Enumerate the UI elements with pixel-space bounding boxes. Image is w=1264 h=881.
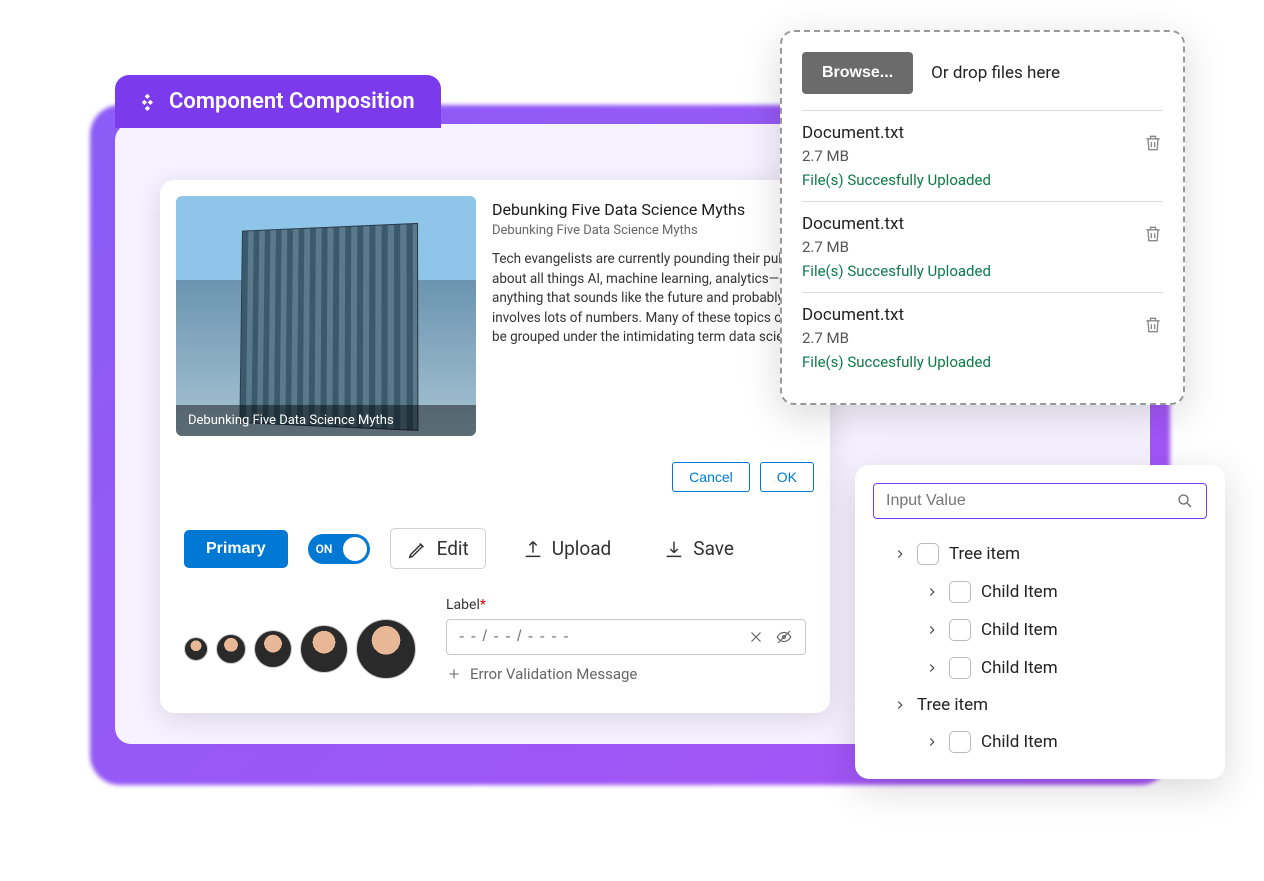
tree-child-item[interactable]: Child Item — [873, 573, 1207, 611]
avatar — [184, 637, 208, 661]
tree-label: Tree item — [917, 695, 988, 715]
file-size: 2.7 MB — [802, 147, 1163, 165]
clear-icon[interactable] — [747, 628, 765, 646]
primary-button[interactable]: Primary — [184, 530, 288, 568]
chevron-right-icon — [893, 698, 907, 712]
search-input[interactable] — [886, 492, 1176, 510]
file-name: Document.txt — [802, 305, 1163, 325]
checkbox[interactable] — [949, 657, 971, 679]
article-title: Debunking Five Data Science Myths — [492, 200, 814, 219]
tree-child-item[interactable]: Child Item — [873, 649, 1207, 687]
checkbox[interactable] — [917, 543, 939, 565]
eye-off-icon[interactable] — [775, 628, 793, 646]
file-status: File(s) Succesfully Uploaded — [802, 171, 1163, 189]
tree-child-item[interactable]: Child Item — [873, 611, 1207, 649]
article-image: Debunking Five Data Science Myths — [176, 196, 476, 436]
trash-icon — [1143, 315, 1163, 335]
drop-text: Or drop files here — [931, 63, 1060, 83]
tree-panel: Tree item Child Item Child Item Child Item T… — [855, 465, 1225, 779]
chevron-right-icon — [925, 585, 939, 599]
trash-icon — [1143, 224, 1163, 244]
file-size: 2.7 MB — [802, 329, 1163, 347]
article-body: Tech evangelists are currently pounding … — [492, 250, 814, 348]
chevron-right-icon — [925, 735, 939, 749]
image-caption: Debunking Five Data Science Myths — [176, 405, 476, 436]
toolbar: Primary ON Edit Upload Save — [160, 508, 830, 573]
article-subtitle: Debunking Five Data Science Myths — [492, 223, 814, 238]
article: Debunking Five Data Science Myths Debunk… — [160, 180, 830, 452]
avatar — [356, 619, 416, 679]
file-item: Document.txt 2.7 MB File(s) Succesfully … — [802, 201, 1163, 292]
tree-label: Tree item — [949, 544, 1020, 564]
checkbox[interactable] — [949, 731, 971, 753]
upload-panel: Browse... Or drop files here Document.tx… — [780, 30, 1185, 405]
search-icon — [1176, 492, 1194, 510]
tree-child-item[interactable]: Child Item — [873, 723, 1207, 761]
header-tab: Component Composition — [115, 75, 441, 128]
chevron-right-icon — [925, 661, 939, 675]
avatar-group — [184, 597, 416, 679]
toggle-switch[interactable]: ON — [308, 534, 370, 564]
upload-button[interactable]: Upload — [506, 529, 628, 568]
avatar — [216, 634, 246, 664]
delete-file-button[interactable] — [1143, 315, 1163, 335]
field-label: Label* — [446, 597, 806, 613]
search-input-wrap — [873, 483, 1207, 519]
checkbox[interactable] — [949, 581, 971, 603]
file-status: File(s) Succesfully Uploaded — [802, 353, 1163, 371]
pencil-icon — [407, 538, 429, 560]
download-icon — [663, 538, 685, 560]
file-status: File(s) Succesfully Uploaded — [802, 262, 1163, 280]
file-name: Document.txt — [802, 214, 1163, 234]
diamond-icon — [141, 93, 159, 111]
file-item: Document.txt 2.7 MB File(s) Succesfully … — [802, 110, 1163, 201]
tree-label: Child Item — [981, 658, 1058, 678]
tree-item[interactable]: Tree item — [873, 535, 1207, 573]
delete-file-button[interactable] — [1143, 224, 1163, 244]
plus-icon — [446, 666, 462, 682]
main-card: Debunking Five Data Science Myths Debunk… — [160, 180, 830, 713]
tree-label: Child Item — [981, 582, 1058, 602]
tree-label: Child Item — [981, 620, 1058, 640]
tree-item[interactable]: Tree item — [873, 687, 1207, 723]
avatar — [254, 630, 292, 668]
save-button[interactable]: Save — [647, 529, 750, 568]
edit-button[interactable]: Edit — [390, 528, 486, 569]
browse-button[interactable]: Browse... — [802, 52, 913, 94]
upload-icon — [522, 538, 544, 560]
chevron-right-icon — [925, 623, 939, 637]
cancel-button[interactable]: Cancel — [672, 462, 750, 492]
chevron-right-icon — [893, 547, 907, 561]
ok-button[interactable]: OK — [760, 462, 814, 492]
file-size: 2.7 MB — [802, 238, 1163, 256]
header-title: Component Composition — [169, 89, 415, 114]
file-item: Document.txt 2.7 MB File(s) Succesfully … — [802, 292, 1163, 383]
date-input-wrap — [446, 619, 806, 655]
checkbox[interactable] — [949, 619, 971, 641]
date-input[interactable] — [459, 628, 737, 646]
tree-label: Child Item — [981, 732, 1058, 752]
validation-message: Error Validation Message — [446, 665, 806, 683]
trash-icon — [1143, 133, 1163, 153]
delete-file-button[interactable] — [1143, 133, 1163, 153]
avatar — [300, 625, 348, 673]
toggle-label: ON — [316, 542, 333, 556]
file-name: Document.txt — [802, 123, 1163, 143]
